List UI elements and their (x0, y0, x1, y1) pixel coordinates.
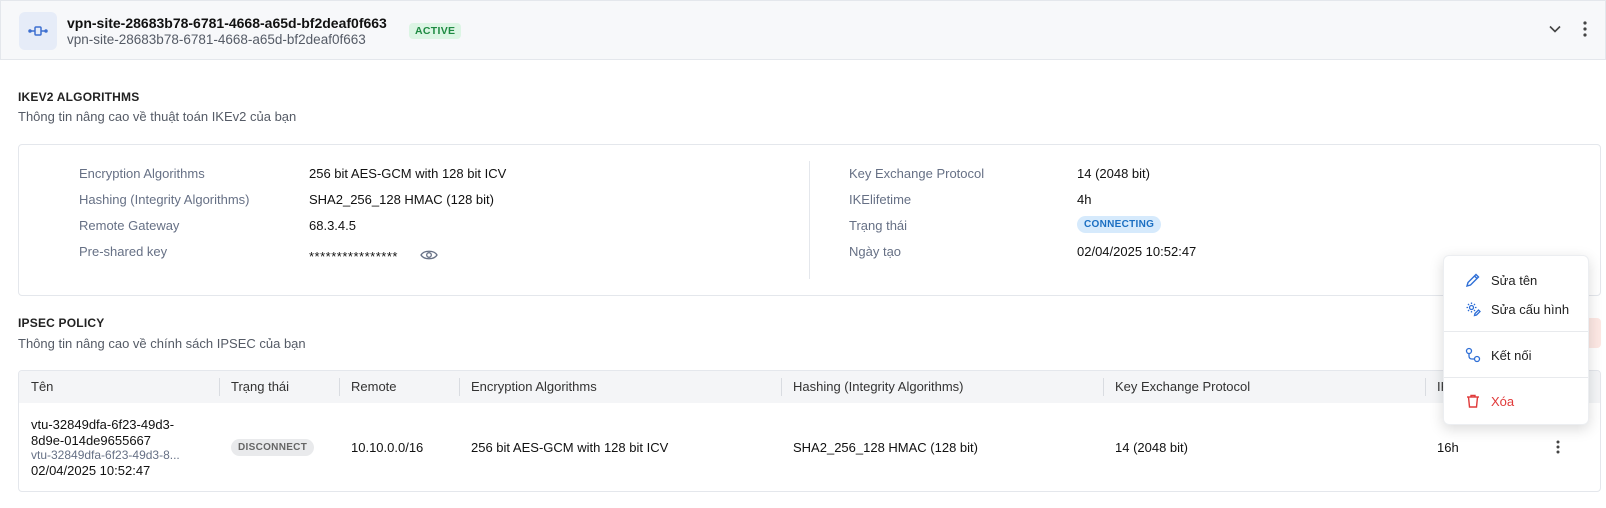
context-menu: Sửa tên Sửa cấu hình Kết nối Xóa (1443, 255, 1589, 425)
ikev2-section-title: IKEV2 ALGORITHMS (18, 90, 140, 104)
ike-lifetime-label: IKElifetime (849, 192, 912, 207)
policy-name-line2: 8d9e-014de9655667 (31, 433, 152, 448)
column-header-name[interactable]: Tên (19, 371, 219, 403)
ikev2-section-description: Thông tin nâng cao về thuật toán IKEv2 c… (18, 109, 297, 124)
vpn-site-header[interactable]: vpn-site-28683b78-6781-4668-a65d-bf2deaf… (0, 0, 1606, 60)
hashing-value: SHA2_256_128 HMAC (128 bit) (309, 192, 494, 207)
settings-edit-icon (1464, 300, 1482, 318)
menu-item-label: Xóa (1491, 393, 1515, 409)
menu-item-rename[interactable]: Sửa tên (1444, 266, 1588, 294)
vpn-site-icon (19, 12, 57, 50)
policy-id: vtu-32849dfa-6f23-49d3-8... (31, 448, 180, 462)
encryption-algorithms-label: Encryption Algorithms (79, 166, 205, 181)
remote-gateway-label: Remote Gateway (79, 218, 180, 233)
menu-item-delete[interactable]: Xóa (1444, 387, 1588, 415)
hidden-action-button-edge (1589, 318, 1601, 348)
key-exchange-value: 14 (2048 bit) (1077, 166, 1150, 181)
row-more-options-icon[interactable] (1550, 437, 1566, 457)
remote-gateway-value: 68.3.4.5 (309, 218, 356, 233)
policy-created-date: 02/04/2025 10:52:47 (31, 463, 151, 478)
menu-item-label: Sửa tên (1491, 272, 1538, 288)
policy-key-exchange: 14 (2048 bit) (1115, 440, 1188, 455)
status-badge: ACTIVE (409, 23, 462, 39)
menu-item-label: Sửa cấu hình (1491, 301, 1570, 317)
policy-encryption: 256 bit AES-GCM with 128 bit ICV (471, 440, 669, 455)
policy-hashing: SHA2_256_128 HMAC (128 bit) (793, 440, 978, 455)
policy-name-line1: vtu-32849dfa-6f23-49d3- (31, 417, 175, 432)
column-header-hashing[interactable]: Hashing (Integrity Algorithms) (781, 371, 1103, 403)
encryption-algorithms-value: 256 bit AES-GCM with 128 bit ICV (309, 166, 507, 181)
vpn-site-id: vpn-site-28683b78-6781-4668-a65d-bf2deaf… (67, 32, 366, 47)
connect-icon (1464, 346, 1482, 364)
ipsec-section-title: IPSEC POLICY (18, 316, 105, 330)
created-date-value: 02/04/2025 10:52:47 (1077, 244, 1197, 259)
ikev2-details-card: Encryption Algorithms 256 bit AES-GCM wi… (18, 144, 1601, 296)
ipsec-policy-table: Tên Trạng thái Remote Encryption Algorit… (18, 370, 1601, 492)
connecting-status-badge: CONNECTING (1077, 216, 1162, 233)
menu-item-connect[interactable]: Kết nối (1444, 341, 1588, 369)
vpn-site-name: vpn-site-28683b78-6781-4668-a65d-bf2deaf… (67, 15, 387, 31)
disconnect-status-badge: DISCONNECT (231, 439, 315, 456)
trash-icon (1464, 392, 1482, 410)
card-divider (809, 161, 810, 279)
status-label: Trạng thái (849, 218, 908, 233)
key-exchange-label: Key Exchange Protocol (849, 166, 985, 181)
column-header-encryption[interactable]: Encryption Algorithms (459, 371, 781, 403)
pencil-icon (1464, 271, 1482, 289)
more-options-icon[interactable] (1575, 17, 1595, 41)
policy-remote: 10.10.0.0/16 (351, 440, 424, 455)
ipsec-section-description: Thông tin nâng cao về chính sách IPSEC c… (18, 336, 306, 351)
menu-item-label: Kết nối (1491, 347, 1532, 363)
hashing-label: Hashing (Integrity Algorithms) (79, 192, 250, 207)
policy-lifetime: 16h (1437, 440, 1459, 455)
column-header-status[interactable]: Trạng thái (219, 371, 339, 403)
ike-lifetime-value: 4h (1077, 192, 1092, 207)
pre-shared-key-label: Pre-shared key (79, 244, 168, 259)
chevron-down-icon[interactable] (1545, 19, 1565, 39)
menu-item-edit-config[interactable]: Sửa cấu hình (1444, 295, 1588, 323)
column-header-key-exchange[interactable]: Key Exchange Protocol (1103, 371, 1425, 403)
table-header: Tên Trạng thái Remote Encryption Algorit… (19, 371, 1600, 403)
eye-icon[interactable] (420, 249, 438, 264)
created-date-label: Ngày tạo (849, 244, 902, 259)
pre-shared-key-value: **************** (309, 249, 398, 264)
menu-divider (1444, 377, 1588, 378)
menu-divider (1444, 331, 1588, 332)
column-header-remote[interactable]: Remote (339, 371, 459, 403)
